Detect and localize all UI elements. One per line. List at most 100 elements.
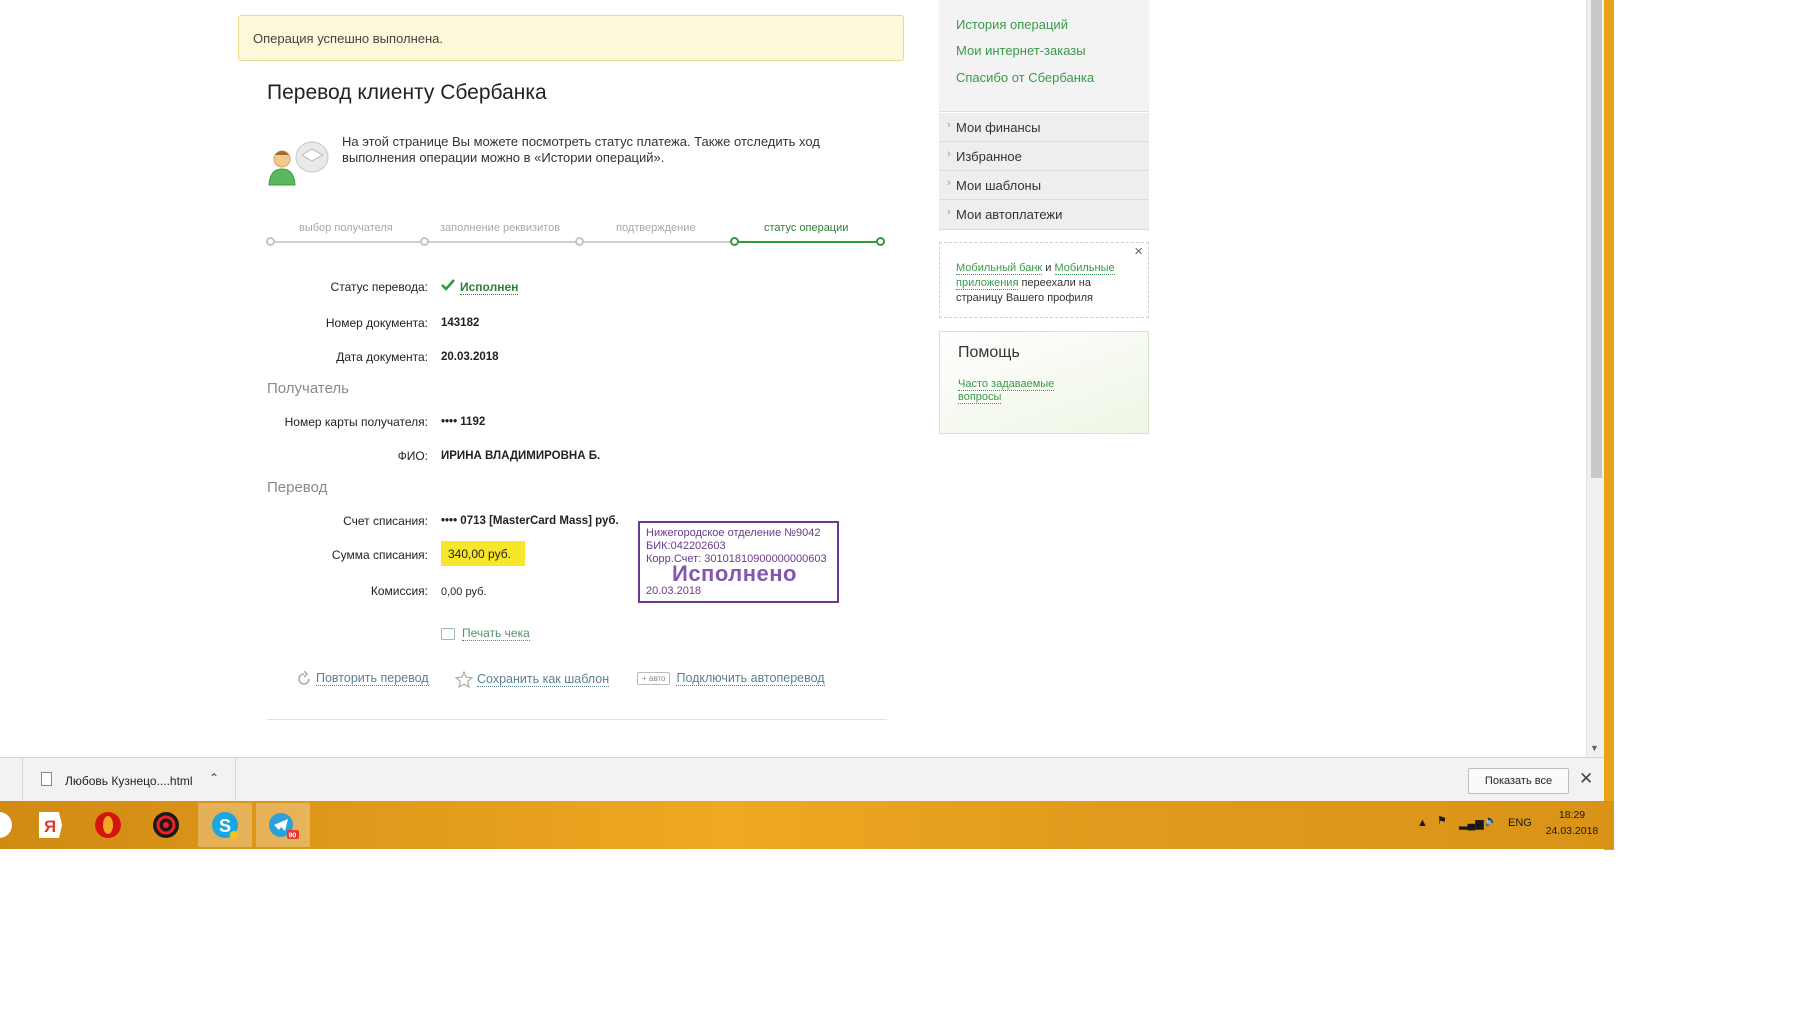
faq-link[interactable]: Часто задаваемые вопросы xyxy=(958,378,1068,404)
repeat-icon xyxy=(298,670,310,685)
divider xyxy=(267,719,887,720)
skype-icon[interactable]: S xyxy=(198,803,252,847)
amount-value: 340,00 руб. xyxy=(441,541,525,566)
notice-and: и xyxy=(1042,262,1055,274)
doc-date-label: Дата документа: xyxy=(336,350,428,364)
status-label: Статус перевода: xyxy=(330,280,428,294)
check-icon xyxy=(441,279,455,291)
scrollbar-thumb[interactable] xyxy=(1591,0,1602,478)
step-label-3: подтверждение xyxy=(616,222,696,234)
flag-icon[interactable]: ⚑ xyxy=(1437,814,1447,827)
opera-icon[interactable] xyxy=(92,809,124,841)
step-line-active xyxy=(736,241,884,243)
step-dot-2 xyxy=(420,237,429,246)
language-indicator[interactable]: ENG xyxy=(1508,817,1532,829)
progress-steps: выбор получателя заполнение реквизитов п… xyxy=(266,222,886,252)
volume-icon[interactable]: 🔈 xyxy=(1484,814,1498,827)
print-receipt-link[interactable]: Печать чека xyxy=(441,626,530,641)
account-label: Счет списания: xyxy=(343,514,428,528)
fio-label: ФИО: xyxy=(397,449,428,463)
stamp-executed: Исполнено xyxy=(672,561,797,586)
svg-text:S: S xyxy=(219,816,231,836)
repeat-transfer-link[interactable]: Повторить перевод xyxy=(296,670,429,687)
fee-value: 0,00 руб. xyxy=(441,586,487,598)
autopay-link[interactable]: + авто Подключить автоперевод xyxy=(637,671,825,686)
fio-value: ИРИНА ВЛАДИМИРОВНА Б. xyxy=(441,450,601,462)
sidebar-link-orders[interactable]: Мои интернет-заказы xyxy=(956,43,1086,58)
file-icon xyxy=(41,772,52,786)
close-download-bar-icon[interactable]: ✕ xyxy=(1579,769,1593,789)
doc-number-value: 143182 xyxy=(441,317,480,329)
yandex-browser-icon[interactable]: Я xyxy=(33,809,65,841)
step-dot-4 xyxy=(730,237,739,246)
doc-date-value: 20.03.2018 xyxy=(441,351,499,363)
mobile-notice: × Мобильный банк и Мобильные приложения … xyxy=(939,242,1149,318)
close-icon[interactable]: × xyxy=(1134,244,1143,259)
intro-text: На этой странице Вы можете посмотреть ст… xyxy=(342,134,820,165)
account-value: •••• 0713 [MasterCard Mass] руб. xyxy=(441,515,619,527)
browser-page: Операция успешно выполнена. Перевод клие… xyxy=(0,0,1586,757)
print-receipt-label: Печать чека xyxy=(462,626,530,641)
chevron-up-icon[interactable]: ⌃ xyxy=(209,771,219,785)
step-dot-1 xyxy=(266,237,275,246)
success-notification: Операция успешно выполнена. xyxy=(238,15,904,61)
clock-time: 18:29 xyxy=(1558,809,1586,821)
star-icon xyxy=(454,670,474,689)
sidebar-links: История операций Мои интернет-заказы Спа… xyxy=(939,0,1149,112)
window-border xyxy=(1604,0,1614,850)
telegram-badge: 90 xyxy=(289,833,297,840)
mobile-bank-link[interactable]: Мобильный банк xyxy=(956,262,1043,275)
sidebar-link-spasibo[interactable]: Спасибо от Сбербанка xyxy=(956,70,1094,85)
printer-icon xyxy=(441,627,455,640)
show-all-button[interactable]: Показать все xyxy=(1468,768,1569,794)
step-label-1: выбор получателя xyxy=(299,222,393,234)
download-item[interactable]: Любовь Кузнецо....html ⌃ xyxy=(22,758,236,801)
scroll-down-icon[interactable]: ▼ xyxy=(1590,743,1599,753)
sidebar-item-favorites[interactable]: Избранное xyxy=(939,142,1149,171)
bank-stamp: Нижегородское отделение №9042 БИК:042202… xyxy=(638,521,839,603)
screen: Операция успешно выполнена. Перевод клие… xyxy=(0,0,1820,1024)
clock[interactable]: 18:29 24.03.2018 xyxy=(1540,807,1604,839)
autopay-label: Подключить автоперевод xyxy=(676,671,825,686)
network-icon[interactable]: ▂▄▆ xyxy=(1459,817,1484,830)
repeat-transfer-label: Повторить перевод xyxy=(316,671,429,687)
auto-badge: + авто xyxy=(637,672,671,686)
status-value-link[interactable]: Исполнен xyxy=(460,281,519,295)
faq-label: Часто задаваемые вопросы xyxy=(958,378,1055,404)
sidebar-item-autopayments[interactable]: Мои автоплатежи xyxy=(939,200,1149,230)
step-label-2: заполнение реквизитов xyxy=(440,222,561,234)
transfer-section-title: Перевод xyxy=(267,479,328,496)
step-line-inactive xyxy=(270,241,736,243)
step-dot-end xyxy=(876,237,885,246)
sidebar-item-templates[interactable]: Мои шаблоны xyxy=(939,171,1149,200)
page-title: Перевод клиенту Сбербанка xyxy=(267,81,547,104)
download-file-name: Любовь Кузнецо....html xyxy=(65,774,193,788)
download-bar: Любовь Кузнецо....html ⌃ Показать все ✕ xyxy=(0,757,1604,801)
save-template-label: Сохранить как шаблон xyxy=(477,671,610,687)
start-button-icon[interactable] xyxy=(0,812,12,838)
telegram-icon[interactable]: 90 xyxy=(256,803,310,847)
card-value: •••• 1192 xyxy=(441,416,486,428)
card-label: Номер карты получателя: xyxy=(284,415,428,429)
amount-label: Сумма списания: xyxy=(331,548,428,562)
help-title: Помощь xyxy=(958,344,1020,361)
sidebar-item-finances[interactable]: Мои финансы xyxy=(939,113,1149,142)
tray-chevron-icon[interactable]: ▲ xyxy=(1417,817,1428,829)
save-template-link[interactable]: Сохранить как шаблон xyxy=(454,670,610,689)
stamp-branch: Нижегородское отделение №9042 xyxy=(646,527,821,539)
antivirus-icon[interactable] xyxy=(150,809,182,841)
doc-number-label: Номер документа: xyxy=(325,316,428,330)
user-receipt-icon xyxy=(268,141,329,186)
stamp-date: 20.03.2018 xyxy=(646,585,702,597)
recipient-section-title: Получатель xyxy=(267,380,349,397)
help-box: Помощь Часто задаваемые вопросы xyxy=(939,331,1149,434)
step-label-4: статус операции xyxy=(764,222,849,234)
clock-date: 24.03.2018 xyxy=(1545,825,1599,837)
step-dot-3 xyxy=(575,237,584,246)
fee-label: Комиссия: xyxy=(370,584,428,598)
svg-text:Я: Я xyxy=(44,817,56,836)
sidebar-link-history[interactable]: История операций xyxy=(956,17,1068,32)
taskbar: Я S 90 ▲ ⚑ ▂▄▆ 🔈 ENG 18:29 24.03.2018 xyxy=(0,801,1614,849)
stamp-bik: БИК:042202603 xyxy=(646,540,726,552)
vertical-scrollbar[interactable]: ▼ xyxy=(1586,0,1604,757)
